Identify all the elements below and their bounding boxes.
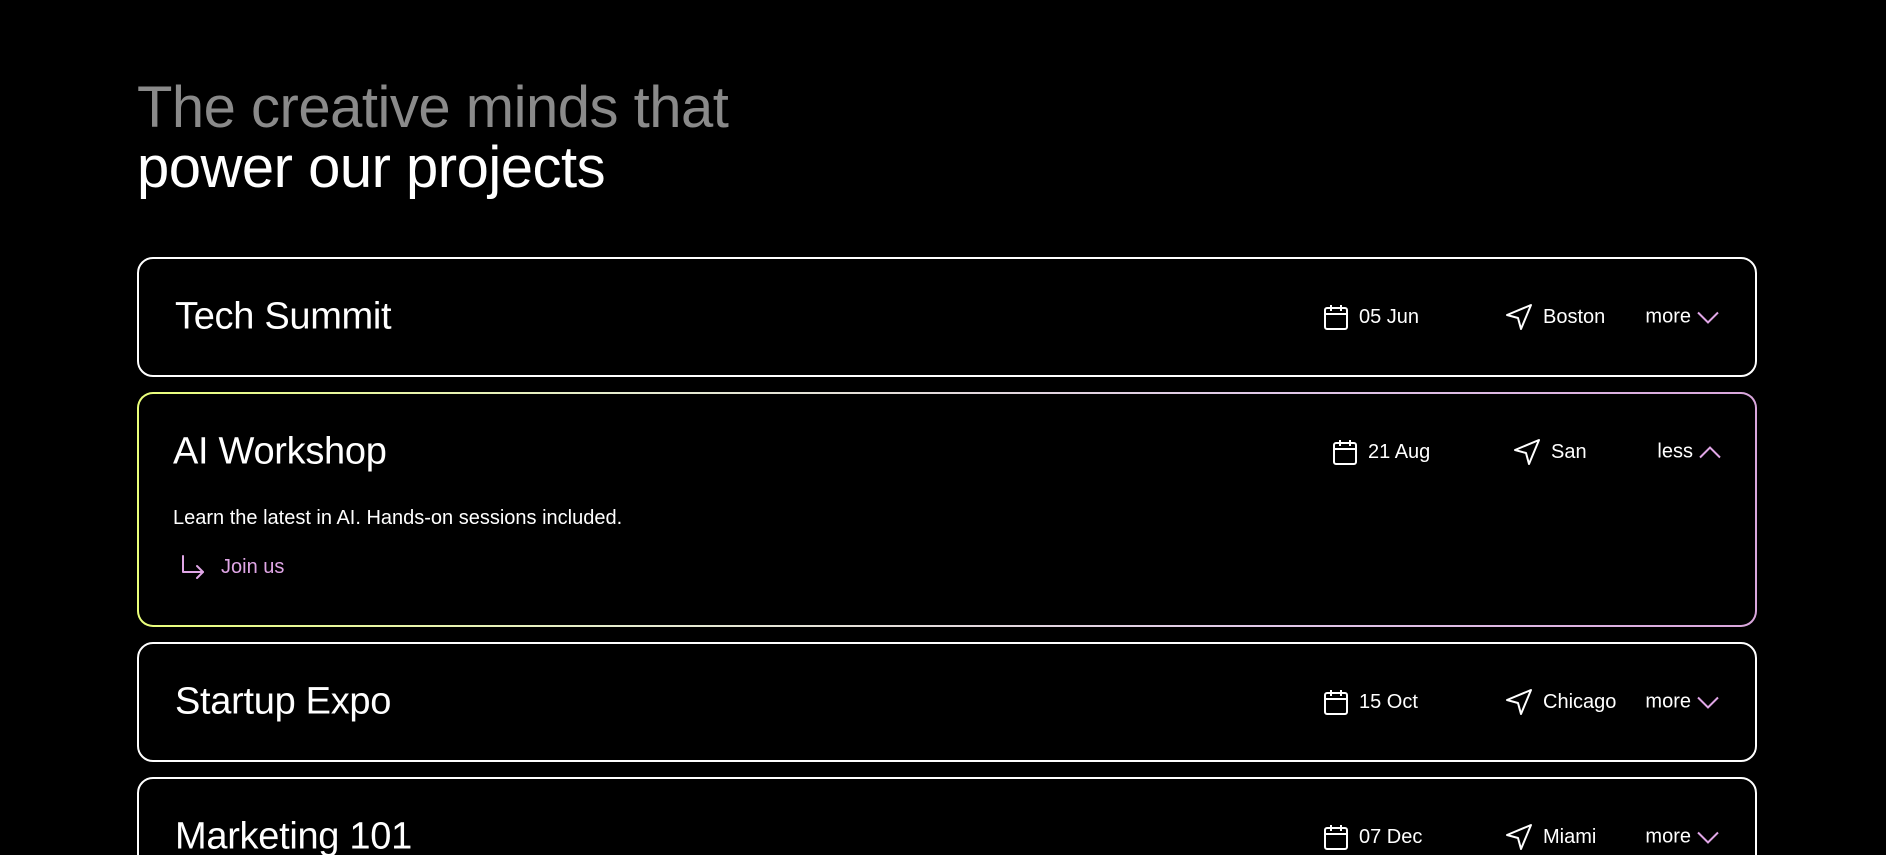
arrow-return-right-icon bbox=[182, 555, 204, 579]
more-toggle[interactable]: more bbox=[1645, 691, 1719, 714]
event-location-text: Boston bbox=[1543, 305, 1606, 328]
event-description: Learn the latest in AI. Hands-on session… bbox=[173, 507, 623, 529]
event-date: 21 Aug bbox=[1332, 438, 1430, 466]
navigation-arrow-icon bbox=[1506, 304, 1532, 330]
toggle-label: more bbox=[1645, 690, 1691, 713]
chevron-up-icon bbox=[1699, 445, 1721, 458]
event-location-text: San bbox=[1551, 440, 1587, 463]
event-title: Startup Expo bbox=[175, 680, 392, 723]
event-date-text: 07 Dec bbox=[1359, 825, 1423, 848]
event-card-inner: AI Workshop 21 Aug San less Learn the la… bbox=[139, 394, 1755, 625]
event-date-text: 05 Jun bbox=[1359, 305, 1420, 328]
less-toggle[interactable]: less bbox=[1657, 441, 1721, 464]
more-toggle[interactable]: more bbox=[1645, 826, 1719, 849]
event-date-text: 15 Oct bbox=[1359, 690, 1418, 713]
event-location-text: Miami bbox=[1543, 825, 1597, 848]
page-heading: The creative minds that power our projec… bbox=[137, 75, 729, 200]
event-card-ai-workshop[interactable]: AI Workshop 21 Aug San less Learn the la… bbox=[137, 392, 1757, 627]
calendar-icon bbox=[1324, 305, 1348, 330]
event-date: 07 Dec bbox=[1323, 823, 1422, 851]
calendar-icon bbox=[1324, 825, 1348, 850]
toggle-label: more bbox=[1645, 305, 1691, 328]
event-card-startup-expo[interactable]: Startup Expo 15 Oct Chicago more bbox=[137, 642, 1757, 762]
join-us-link[interactable]: Join us bbox=[179, 554, 284, 580]
event-date-text: 21 Aug bbox=[1368, 440, 1431, 463]
more-toggle[interactable]: more bbox=[1645, 306, 1719, 329]
navigation-arrow-icon bbox=[1506, 824, 1532, 850]
navigation-arrow-icon bbox=[1506, 689, 1532, 715]
toggle-label: less bbox=[1657, 440, 1693, 463]
event-location-text: Chicago bbox=[1543, 690, 1617, 713]
event-date: 15 Oct bbox=[1323, 688, 1418, 716]
event-location: Boston bbox=[1505, 303, 1605, 331]
event-card-marketing-101[interactable]: Marketing 101 07 Dec Miami more bbox=[137, 777, 1757, 855]
calendar-icon bbox=[1333, 440, 1357, 465]
toggle-label: more bbox=[1645, 825, 1691, 848]
chevron-down-icon bbox=[1697, 311, 1719, 324]
event-card-tech-summit[interactable]: Tech Summit 05 Jun Boston more bbox=[137, 257, 1757, 377]
calendar-icon bbox=[1324, 690, 1348, 715]
page: The creative minds that power our projec… bbox=[0, 0, 1886, 855]
event-location: Chicago bbox=[1505, 688, 1616, 716]
event-location: San bbox=[1513, 438, 1587, 466]
event-title: Marketing 101 bbox=[175, 815, 412, 855]
event-location: Miami bbox=[1505, 823, 1596, 851]
join-us-label: Join us bbox=[221, 555, 285, 578]
event-title: Tech Summit bbox=[175, 295, 392, 338]
event-title: AI Workshop bbox=[173, 430, 387, 473]
heading-line-2: power our projects bbox=[137, 135, 606, 200]
event-date: 05 Jun bbox=[1323, 303, 1419, 331]
chevron-down-icon bbox=[1697, 696, 1719, 709]
chevron-down-icon bbox=[1697, 831, 1719, 844]
navigation-arrow-icon bbox=[1514, 439, 1540, 465]
heading-line-1: The creative minds that bbox=[137, 75, 729, 140]
